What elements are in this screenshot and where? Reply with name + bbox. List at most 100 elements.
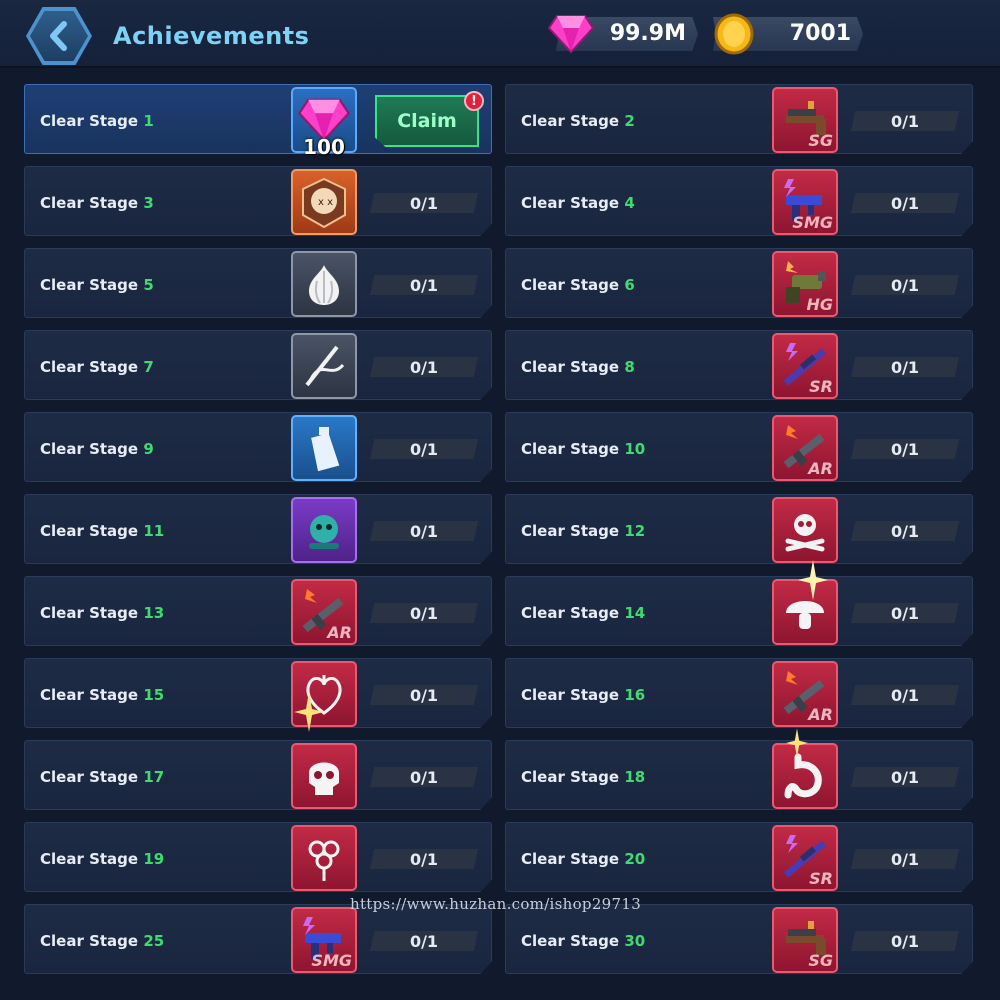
achievement-stage-number: 20 (624, 850, 646, 868)
achievement-label-text: Clear Stage (521, 686, 620, 704)
needle-thread-icon (305, 345, 345, 387)
achievement-card-stage-1: Clear Stage 1 100 Claim ! (24, 84, 492, 159)
sparkle-icon (786, 728, 808, 758)
achievement-label: Clear Stage 1 (40, 112, 154, 130)
achievement-card-stage-25: Clear Stage 25 SMG 0/1 (24, 904, 492, 974)
top-bar: Achievements 99.9M 7001 (0, 0, 1000, 68)
progress-counter: 0/1 (851, 521, 959, 541)
reward-tile: SR (772, 333, 838, 399)
achievement-label-text: Clear Stage (521, 522, 620, 540)
progress-counter: 0/1 (851, 439, 959, 459)
weapon-class-tag: HG (806, 295, 833, 314)
achievement-card-stage-12: Clear Stage 12 0/1 (505, 494, 973, 564)
progress-counter: 0/1 (851, 767, 959, 787)
weapon-class-tag: SMG (792, 213, 833, 232)
achievement-stage-number: 16 (624, 686, 646, 704)
achievement-label-text: Clear Stage (40, 112, 139, 130)
achievement-label: Clear Stage 2 (521, 112, 635, 130)
reward-tile (291, 743, 357, 809)
achievement-label: Clear Stage 17 (40, 768, 164, 786)
achievement-stage-number: 3 (143, 194, 154, 212)
achievement-card-stage-20: Clear Stage 20 SR 0/1 (505, 822, 973, 892)
achievement-stage-number: 2 (624, 112, 635, 130)
achievement-card-stage-7: Clear Stage 7 0/1 (24, 330, 492, 400)
progress-counter: 0/1 (851, 849, 959, 869)
achievement-stage-number: 6 (624, 276, 635, 294)
progress-counter: 0/1 (370, 193, 478, 213)
skull-icon (309, 762, 339, 795)
progress-counter: 0/1 (851, 931, 959, 951)
achievement-label: Clear Stage 6 (521, 276, 635, 294)
achievement-label-text: Clear Stage (40, 276, 139, 294)
sparkle-icon (294, 692, 324, 732)
achievement-label: Clear Stage 20 (521, 850, 645, 868)
reward-amount: 100 (303, 135, 345, 159)
achievement-stage-number: 5 (143, 276, 154, 294)
achievement-stage-number: 19 (143, 850, 165, 868)
achievement-label: Clear Stage 3 (40, 194, 154, 212)
achievement-label-text: Clear Stage (521, 440, 620, 458)
achievement-label: Clear Stage 11 (40, 522, 164, 540)
achievement-label: Clear Stage 14 (521, 604, 645, 622)
achievement-card-stage-8: Clear Stage 8 SR 0/1 (505, 330, 973, 400)
achievement-card-stage-17: Clear Stage 17 0/1 (24, 740, 492, 810)
weapon-class-tag: AR (808, 705, 833, 724)
progress-counter: 0/1 (370, 275, 478, 295)
achievement-label-text: Clear Stage (521, 276, 620, 294)
robot-drone-icon (309, 515, 339, 549)
achievement-label: Clear Stage 13 (40, 604, 164, 622)
water-bottle-icon (311, 427, 340, 472)
watermark: https://www.huzhan.com/ishop29713 (350, 895, 642, 913)
weapon-class-tag: SR (809, 869, 833, 888)
progress-counter: 0/1 (851, 685, 959, 705)
achievement-card-stage-3: Clear Stage 3 x x 0/1 (24, 166, 492, 236)
weapon-class-tag: SG (808, 131, 833, 150)
achievement-label: Clear Stage 18 (521, 768, 645, 786)
reward-tile: SMG (772, 169, 838, 235)
progress-counter: 0/1 (370, 931, 478, 951)
reward-tile (291, 251, 357, 317)
skull-crossbones-icon (785, 514, 825, 552)
achievement-card-stage-15: Clear Stage 15 0/1 (24, 658, 492, 728)
achievement-stage-number: 1 (143, 112, 154, 130)
achievement-label-text: Clear Stage (40, 604, 139, 622)
achievement-stage-number: 8 (624, 358, 635, 376)
achievement-card-stage-5: Clear Stage 5 0/1 (24, 248, 492, 318)
achievement-label-text: Clear Stage (521, 932, 620, 950)
achievement-card-stage-6: Clear Stage 6 HG 0/1 (505, 248, 973, 318)
achievement-label-text: Clear Stage (521, 194, 620, 212)
achievement-stage-number: 18 (624, 768, 646, 786)
weapon-class-tag: SG (808, 951, 833, 970)
achievement-label-text: Clear Stage (521, 358, 620, 376)
achievement-label-text: Clear Stage (521, 112, 620, 130)
achievement-card-stage-19: Clear Stage 19 0/1 (24, 822, 492, 892)
reward-tile (291, 415, 357, 481)
coin-balance-value: 7001 (789, 21, 851, 46)
chevron-left-icon (50, 21, 67, 51)
reward-tile: SR (772, 825, 838, 891)
achievement-stage-number: 15 (143, 686, 165, 704)
achievement-stage-number: 25 (143, 932, 165, 950)
achievement-label: Clear Stage 25 (40, 932, 164, 950)
progress-counter: 0/1 (370, 357, 478, 377)
achievement-label-text: Clear Stage (521, 604, 620, 622)
achievement-card-stage-11: Clear Stage 11 0/1 (24, 494, 492, 564)
back-button[interactable] (26, 7, 92, 65)
flower-icon (308, 840, 340, 881)
reward-tile (291, 825, 357, 891)
achievement-label-text: Clear Stage (40, 932, 139, 950)
weapon-class-tag: SMG (311, 951, 352, 970)
achievement-label-text: Clear Stage (40, 522, 139, 540)
progress-counter: 0/1 (370, 767, 478, 787)
achievement-label-text: Clear Stage (40, 850, 139, 868)
achievement-label: Clear Stage 7 (40, 358, 154, 376)
alert-badge: ! (464, 91, 484, 111)
achievement-label: Clear Stage 4 (521, 194, 635, 212)
achievement-stage-number: 7 (143, 358, 154, 376)
achievement-label: Clear Stage 15 (40, 686, 164, 704)
achievement-stage-number: 4 (624, 194, 635, 212)
reward-tile (772, 497, 838, 563)
achievement-card-stage-30: Clear Stage 30 SG 0/1 (505, 904, 973, 974)
weapon-class-tag: AR (808, 459, 833, 478)
achievement-label: Clear Stage 9 (40, 440, 154, 458)
